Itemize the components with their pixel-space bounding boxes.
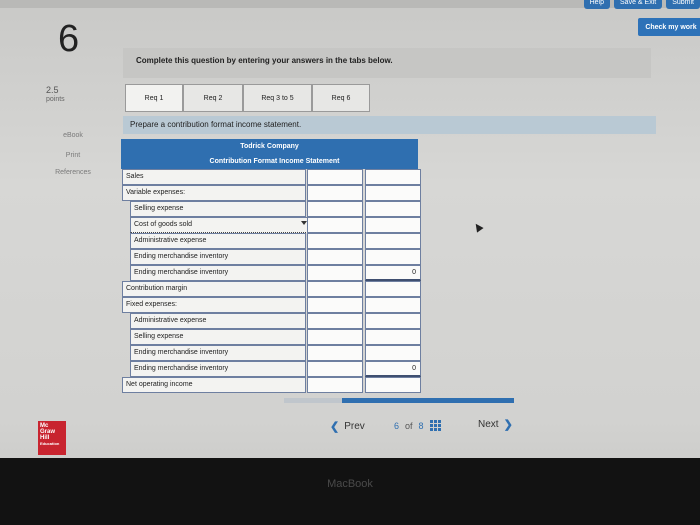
chevron-left-icon: ❮ bbox=[330, 421, 340, 433]
total-input[interactable] bbox=[365, 329, 421, 345]
row-label-select[interactable]: Net operating income bbox=[122, 377, 306, 393]
amount-input[interactable] bbox=[307, 217, 363, 233]
progress-bar bbox=[284, 398, 514, 403]
row-label-select[interactable]: Ending merchandise inventory bbox=[130, 249, 306, 265]
tab-req-6[interactable]: Req 6 bbox=[312, 84, 370, 112]
row-label: Variable expenses: bbox=[126, 189, 186, 196]
save-exit-button[interactable]: Save & Exit bbox=[614, 0, 663, 9]
question-number: 6 bbox=[58, 18, 80, 60]
row-label: Administrative expense bbox=[134, 317, 207, 324]
total-input[interactable]: 0 bbox=[365, 361, 421, 377]
total-input[interactable] bbox=[365, 345, 421, 361]
amount-input[interactable] bbox=[307, 281, 363, 297]
row-label-select[interactable]: Sales bbox=[122, 169, 306, 185]
progress-fill bbox=[341, 398, 514, 403]
row-label: Cost of goods sold bbox=[134, 221, 192, 228]
row-label: Administrative expense bbox=[134, 237, 207, 244]
chevron-right-icon: ❯ bbox=[503, 419, 513, 431]
tab-req-3-to-5[interactable]: Req 3 to 5 bbox=[243, 84, 312, 112]
total-input[interactable] bbox=[365, 313, 421, 329]
amount-input[interactable] bbox=[307, 329, 363, 345]
row-label: Ending merchandise inventory bbox=[134, 253, 229, 260]
total-input[interactable]: 0 bbox=[365, 265, 421, 281]
total-input[interactable] bbox=[365, 185, 421, 201]
laptop-bezel bbox=[0, 458, 700, 525]
page-indicator[interactable]: 6 of 8 bbox=[394, 420, 441, 431]
amount-input[interactable] bbox=[307, 201, 363, 217]
grid-icon[interactable] bbox=[429, 420, 441, 431]
row-label-select[interactable]: Cost of goods sold bbox=[130, 217, 310, 233]
points-value: 2.5 bbox=[46, 85, 59, 95]
row-label: Fixed expenses: bbox=[126, 301, 177, 308]
tab-req-2[interactable]: Req 2 bbox=[183, 84, 243, 112]
total-input[interactable] bbox=[365, 297, 421, 313]
row-label: Ending merchandise inventory bbox=[134, 365, 229, 372]
row-label: Ending merchandise inventory bbox=[134, 269, 229, 276]
ebook-link[interactable]: eBook bbox=[42, 132, 104, 139]
amount-input[interactable] bbox=[307, 249, 363, 265]
amount-input[interactable] bbox=[307, 265, 363, 281]
amount-input[interactable] bbox=[307, 345, 363, 361]
amount-input[interactable] bbox=[307, 297, 363, 313]
laptop-brand: MacBook bbox=[327, 478, 373, 490]
prev-label: Prev bbox=[344, 421, 365, 432]
row-label: Selling expense bbox=[134, 205, 184, 212]
row-label: Selling expense bbox=[134, 333, 184, 340]
statement-title: Contribution Format Income Statement bbox=[209, 158, 340, 165]
check-my-work-button[interactable]: Check my work bbox=[638, 18, 700, 36]
print-link[interactable]: Print bbox=[42, 152, 104, 159]
instruction-banner: Complete this question by entering your … bbox=[123, 48, 651, 78]
company-name: Todrick Company bbox=[240, 143, 299, 150]
total-input[interactable] bbox=[365, 249, 421, 265]
total-input[interactable] bbox=[365, 281, 421, 297]
page-of: of bbox=[405, 420, 413, 431]
amount-input[interactable] bbox=[307, 313, 363, 329]
references-link[interactable]: References bbox=[42, 169, 104, 176]
total-input[interactable] bbox=[365, 169, 421, 185]
row-label-select[interactable]: Administrative expense bbox=[130, 233, 306, 249]
amount-input[interactable] bbox=[307, 169, 363, 185]
amount-input[interactable] bbox=[307, 233, 363, 249]
page-total: 8 bbox=[418, 420, 424, 431]
logo-line-4: Education bbox=[40, 441, 60, 446]
amount-input[interactable] bbox=[307, 185, 363, 201]
row-label-select[interactable]: Administrative expense bbox=[130, 313, 306, 329]
page-current: 6 bbox=[394, 420, 400, 431]
prompt-bar: Prepare a contribution format income sta… bbox=[123, 116, 656, 134]
mouse-cursor-icon bbox=[472, 221, 484, 233]
tab-req-1[interactable]: Req 1 bbox=[125, 84, 183, 112]
next-button[interactable]: Next ❯ bbox=[478, 418, 513, 431]
next-label: Next bbox=[478, 419, 499, 430]
points-label: points bbox=[46, 96, 65, 103]
row-label-select[interactable]: Selling expense bbox=[130, 329, 306, 345]
row-label-select[interactable]: Fixed expenses: bbox=[122, 297, 306, 313]
top-buttons: Help Save & Exit Submit bbox=[583, 0, 700, 9]
amount-input[interactable] bbox=[307, 361, 363, 377]
mcgraw-hill-logo: Mc Graw Hill Education bbox=[38, 421, 66, 455]
row-label-select[interactable]: Ending merchandise inventory bbox=[130, 265, 306, 281]
row-label-select[interactable]: Selling expense bbox=[130, 201, 306, 217]
submit-button[interactable]: Submit bbox=[666, 0, 700, 9]
row-label: Ending merchandise inventory bbox=[134, 349, 229, 356]
row-label-select[interactable]: Variable expenses: bbox=[122, 185, 306, 201]
help-button[interactable]: Help bbox=[583, 0, 611, 9]
total-input[interactable] bbox=[365, 201, 421, 217]
amount-input[interactable] bbox=[307, 377, 363, 393]
income-statement-sheet: Todrick Company Contribution Format Inco… bbox=[121, 139, 421, 393]
total-input[interactable] bbox=[365, 377, 421, 393]
row-label-select[interactable]: Contribution margin bbox=[122, 281, 306, 297]
total-input[interactable] bbox=[365, 217, 421, 233]
row-label: Net operating income bbox=[126, 381, 193, 388]
row-label: Contribution margin bbox=[126, 285, 188, 292]
tab-bar: Req 1 Req 2 Req 3 to 5 Req 6 bbox=[125, 84, 370, 112]
row-label-select[interactable]: Ending merchandise inventory bbox=[130, 345, 306, 361]
total-input[interactable] bbox=[365, 233, 421, 249]
sheet-header: Todrick Company Contribution Format Inco… bbox=[121, 139, 418, 169]
row-label-select[interactable]: Ending merchandise inventory bbox=[130, 361, 306, 377]
prev-button[interactable]: ❮ Prev bbox=[330, 420, 365, 433]
row-label: Sales bbox=[126, 173, 144, 180]
